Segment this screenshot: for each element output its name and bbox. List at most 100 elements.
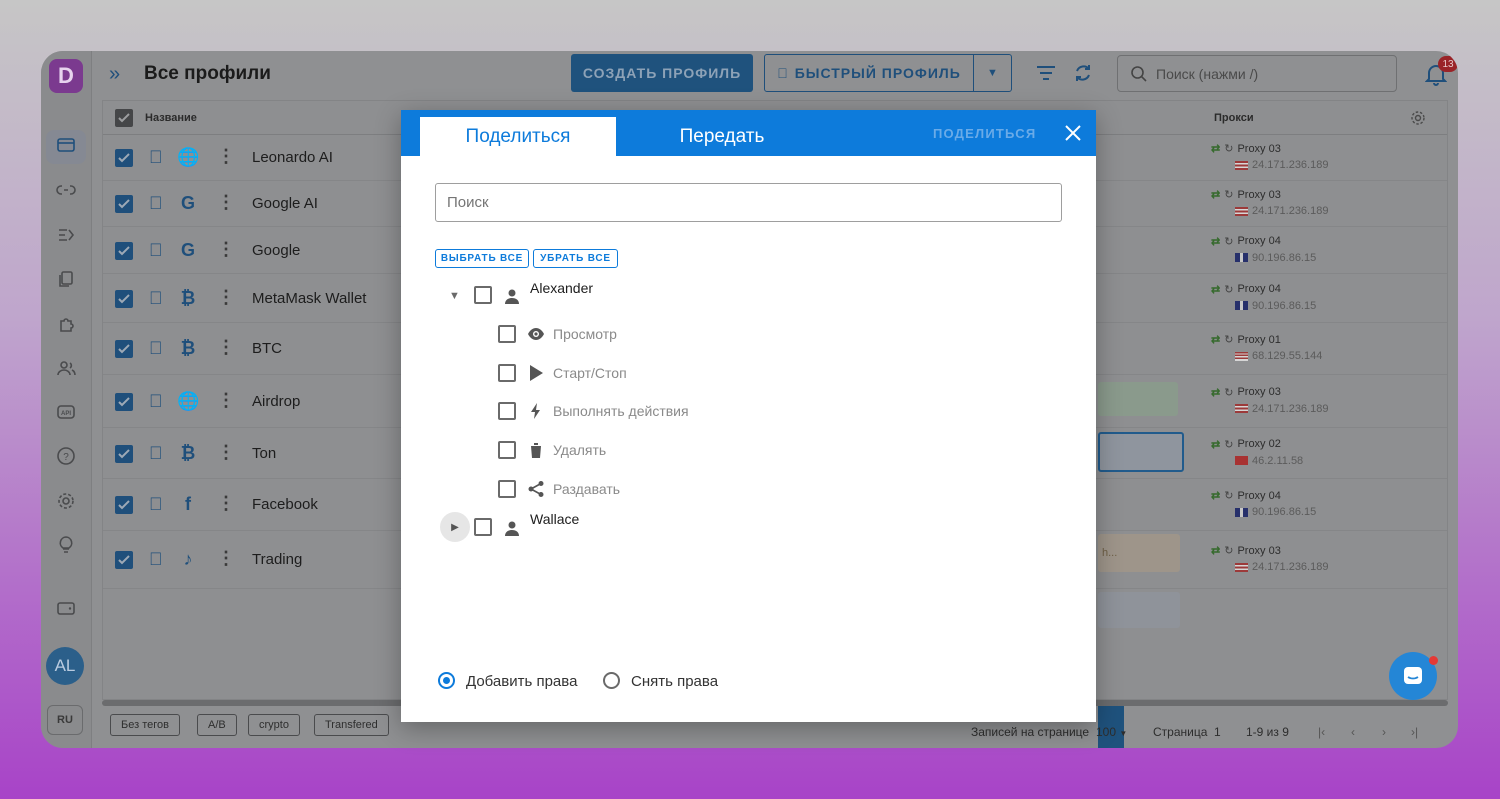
more-vert-icon[interactable]: ⋮	[217, 337, 235, 358]
more-vert-icon[interactable]: ⋮	[217, 146, 235, 167]
automation-icon[interactable]	[55, 224, 77, 246]
facebook-icon: f	[185, 494, 191, 514]
help-icon[interactable]: ?	[55, 445, 77, 467]
tag-no-tags[interactable]: Без тегов	[110, 714, 180, 736]
radio-remove-rights-label[interactable]: Снять права	[631, 673, 718, 690]
select-all-button[interactable]: ВЫБРАТЬ ВСЕ	[435, 249, 529, 268]
proxy-cell[interactable]: ⇄ ↻ Proxy 04 90.196.86.15	[1211, 235, 1316, 264]
app-logo[interactable]: D	[49, 59, 83, 93]
profile-name[interactable]: Google	[252, 242, 300, 259]
proxy-cell[interactable]: ⇄ ↻ Proxy 03 24.171.236.189	[1211, 386, 1328, 415]
proxy-cell[interactable]: ⇄ ↻ Proxy 03 24.171.236.189	[1211, 188, 1328, 218]
team-icon[interactable]	[55, 357, 77, 379]
refresh-icon: ↻	[1224, 235, 1234, 248]
quick-profile-dropdown[interactable]: ▼	[973, 54, 1012, 92]
create-profile-button[interactable]: СОЗДАТЬ ПРОФИЛЬ	[571, 54, 753, 92]
proxy-cell[interactable]: ⇄ ↻ Proxy 04 90.196.86.15	[1211, 283, 1316, 312]
clear-all-button[interactable]: УБРАТЬ ВСЕ	[533, 249, 618, 268]
settings-icon[interactable]	[55, 490, 77, 512]
copy-icon[interactable]	[55, 268, 77, 290]
filter-icon[interactable]	[1035, 63, 1057, 88]
user-checkbox-wallace[interactable]	[474, 518, 492, 536]
perm-checkbox-view[interactable]	[498, 325, 516, 343]
tag-ab[interactable]: A/B	[197, 714, 237, 736]
row-checkbox[interactable]	[115, 444, 133, 463]
expand-user-icon[interactable]: ▶	[440, 512, 470, 542]
quick-profile-label: БЫСТРЫЙ ПРОФИЛЬ	[788, 65, 960, 81]
language-switch[interactable]: RU	[47, 705, 83, 735]
wallet-icon[interactable]	[55, 597, 77, 619]
select-all-checkbox[interactable]	[115, 109, 133, 127]
more-vert-icon[interactable]: ⋮	[217, 442, 235, 463]
radio-remove-rights[interactable]	[603, 672, 620, 689]
row-checkbox[interactable]	[115, 289, 133, 308]
bitcoin-icon: ₿	[180, 442, 196, 463]
share-submit-button[interactable]: ПОДЕЛИТЬСЯ	[933, 126, 1036, 141]
api-icon[interactable]: API	[55, 401, 77, 423]
refresh-icon[interactable]	[1073, 63, 1093, 88]
close-icon[interactable]	[1064, 124, 1082, 142]
collapse-user-icon[interactable]: ▼	[449, 290, 460, 302]
more-vert-icon[interactable]: ⋮	[217, 192, 235, 213]
more-vert-icon[interactable]: ⋮	[217, 390, 235, 411]
per-page-select[interactable]: 100 ▼	[1096, 725, 1127, 739]
extensions-icon[interactable]	[55, 313, 77, 335]
expand-sidebar-icon[interactable]: »	[109, 63, 120, 86]
row-checkbox[interactable]	[115, 392, 133, 411]
share-dialog: Поделиться Передать ПОДЕЛИТЬСЯ Поиск ВЫБ…	[401, 110, 1096, 722]
profile-name[interactable]: MetaMask Wallet	[252, 290, 366, 307]
profile-name[interactable]: Facebook	[252, 496, 318, 513]
proxy-name: Proxy 04	[1237, 283, 1281, 295]
profile-name[interactable]: Google AI	[252, 195, 318, 212]
link-icon[interactable]	[55, 179, 77, 201]
row-checkbox[interactable]	[115, 551, 133, 569]
first-page-icon[interactable]: |‹	[1318, 725, 1325, 739]
swap-icon: ⇄	[1211, 283, 1221, 296]
more-vert-icon[interactable]: ⋮	[217, 493, 235, 514]
avatar[interactable]: AL	[46, 647, 84, 685]
proxy-ip: 68.129.55.144	[1252, 350, 1323, 362]
row-checkbox[interactable]	[115, 149, 133, 167]
proxy-cell[interactable]: ⇄ ↻ Proxy 03 24.171.236.189	[1211, 142, 1328, 172]
tag-crypto[interactable]: crypto	[248, 714, 300, 736]
column-settings-icon[interactable]	[1410, 110, 1426, 131]
profile-name[interactable]: BTC	[252, 340, 282, 357]
search-input[interactable]: Поиск (нажми /)	[1117, 55, 1397, 92]
profile-name[interactable]: Trading	[252, 551, 302, 568]
user-search-input[interactable]: Поиск	[435, 183, 1062, 222]
perm-checkbox-delete[interactable]	[498, 441, 516, 459]
row-checkbox[interactable]	[115, 241, 133, 260]
profile-name[interactable]: Airdrop	[252, 393, 300, 410]
perm-checkbox-start-stop[interactable]	[498, 364, 516, 382]
user-checkbox-alexander[interactable]	[474, 286, 492, 304]
row-checkbox[interactable]	[115, 195, 133, 213]
profile-name[interactable]: Ton	[252, 445, 276, 462]
quick-profile-button[interactable]: БЫСТРЫЙ ПРОФИЛЬ	[764, 54, 974, 92]
proxy-cell[interactable]: ⇄ ↻ Proxy 04 90.196.86.15	[1211, 489, 1316, 519]
tag-transfered[interactable]: Transfered	[314, 714, 389, 736]
more-vert-icon[interactable]: ⋮	[217, 239, 235, 260]
column-name-header[interactable]: Название	[145, 112, 197, 124]
proxy-cell[interactable]: ⇄ ↻ Proxy 02 46.2.11.58	[1211, 438, 1303, 467]
next-page-icon[interactable]: ›	[1382, 725, 1386, 739]
proxy-cell[interactable]: ⇄ ↻ Proxy 03 24.171.236.189	[1211, 544, 1328, 574]
radio-add-rights[interactable]	[438, 672, 455, 689]
column-proxy-header[interactable]: Прокси	[1214, 112, 1254, 124]
flag-icon	[1235, 456, 1248, 465]
profile-name[interactable]: Leonardo AI	[252, 149, 333, 166]
tab-share[interactable]: Поделиться	[420, 117, 616, 156]
profiles-icon[interactable]	[55, 134, 77, 156]
more-vert-icon[interactable]: ⋮	[217, 548, 235, 569]
radio-add-rights-label[interactable]: Добавить права	[466, 673, 577, 690]
proxy-cell[interactable]: ⇄ ↻ Proxy 01 68.129.55.144	[1211, 333, 1323, 363]
swap-icon: ⇄	[1211, 545, 1221, 557]
last-page-icon[interactable]: ›|	[1411, 725, 1418, 739]
row-checkbox[interactable]	[115, 340, 133, 358]
perm-checkbox-share[interactable]	[498, 480, 516, 498]
perm-checkbox-actions[interactable]	[498, 402, 516, 420]
more-vert-icon[interactable]: ⋮	[217, 287, 235, 308]
row-checkbox[interactable]	[115, 496, 133, 514]
tab-transfer[interactable]: Передать	[633, 117, 811, 156]
prev-page-icon[interactable]: ‹	[1351, 725, 1355, 739]
lightbulb-icon[interactable]	[55, 534, 77, 556]
